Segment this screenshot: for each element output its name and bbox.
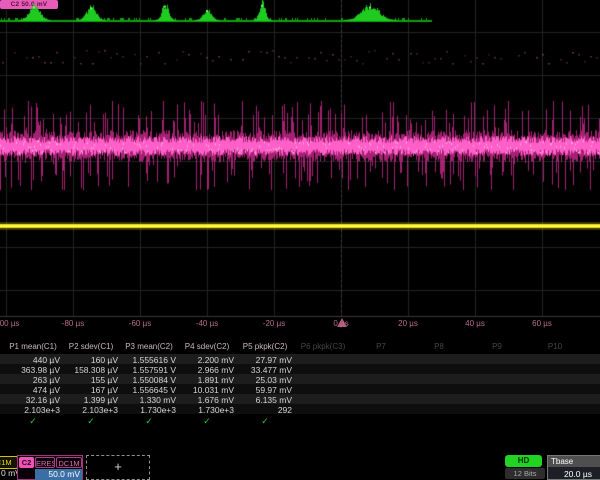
status-check-icon: ✓ [4, 416, 62, 427]
c2-scale-value: 50.0 mV [35, 469, 82, 480]
parameter-header-unused[interactable]: P11 [584, 342, 600, 351]
measurement-value: 2.103e+3 [62, 405, 118, 415]
status-check-icon: ✓ [178, 416, 236, 427]
channel-descriptor-c2[interactable]: C2 ERES DC1M 50.0 mV [17, 455, 83, 480]
measurement-value: 1.330 mV [120, 395, 176, 405]
parameter-header[interactable]: P2 sdev(C1) [62, 342, 120, 351]
measurement-value: 25.03 mV [236, 375, 292, 385]
measurement-value: 1.555616 V [120, 355, 176, 365]
time-axis-label: 0 µs [333, 319, 348, 328]
measurement-value: 440 µV [4, 355, 60, 365]
measurement-value: 1.556645 V [120, 385, 176, 395]
hd-bits-label: 12 Bits [505, 468, 545, 479]
measurement-value: 363.98 µV [4, 365, 60, 375]
time-axis-label: -60 µs [129, 319, 151, 328]
c2-eres-chip: ERES [35, 457, 55, 468]
time-axis-label: 40 µs [465, 319, 485, 328]
measurement-value: 474 µV [4, 385, 60, 395]
add-trace-button[interactable]: + [86, 455, 150, 480]
parameter-header-unused[interactable]: P10 [526, 342, 584, 351]
measurement-value: 10.031 mV [178, 385, 234, 395]
measurement-value: 1.399 µV [62, 395, 118, 405]
measurement-value: 33.477 mV [236, 365, 292, 375]
hd-mode-badge[interactable]: HD [505, 455, 542, 467]
parameter-histicons [0, 0, 600, 26]
time-axis-label: -20 µs [263, 319, 285, 328]
parameter-header-unused[interactable]: P6 pkpk(C3) [294, 342, 352, 351]
oscilloscope-screen: -100 µs -80 µs -60 µs -40 µs -20 µs 0 µs 20 µs… [0, 0, 600, 480]
measurement-value: 2.966 mV [178, 365, 234, 375]
timebase-title: Tbase [548, 456, 600, 467]
measurement-value: 160 µV [62, 355, 118, 365]
time-axis-label: -80 µs [62, 319, 84, 328]
measurement-value: 59.97 mV [236, 385, 292, 395]
c2-coupling-chip: DC1M [56, 457, 82, 468]
measurement-value: 27.97 mV [236, 355, 292, 365]
measurement-value: 263 µV [4, 375, 60, 385]
measurement-value: 1.730e+3 [120, 405, 176, 415]
time-axis-label: 20 µs [398, 319, 418, 328]
measurement-value: 158.308 µV [62, 365, 118, 375]
status-check-icon: ✓ [236, 416, 294, 427]
c2-label-chip: C2 [19, 457, 34, 468]
timebase-descriptor[interactable]: Tbase 20.0 µs [547, 455, 600, 480]
measurement-value: 1.676 mV [178, 395, 234, 405]
measurement-value: 32.16 µV [4, 395, 60, 405]
measurement-value: 1.730e+3 [178, 405, 234, 415]
measurement-table: P1 mean(C1)P2 sdev(C1)P3 mean(C2)P4 sdev… [0, 341, 600, 429]
parameter-header[interactable]: P4 sdev(C2) [178, 342, 236, 351]
parameter-header[interactable]: P3 mean(C2) [120, 342, 178, 351]
time-axis-label: -40 µs [196, 319, 218, 328]
measurement-value: 2.103e+3 [4, 405, 60, 415]
parameter-header-unused[interactable]: P7 [352, 342, 410, 351]
status-check-icon: ✓ [62, 416, 120, 427]
measurement-value: 1.891 mV [178, 375, 234, 385]
measurement-value: 155 µV [62, 375, 118, 385]
parameter-header-unused[interactable]: P9 [468, 342, 526, 351]
measurement-value: 1.550084 V [120, 375, 176, 385]
parameter-header[interactable]: P1 mean(C1) [4, 342, 62, 351]
measurement-value: 6.135 mV [236, 395, 292, 405]
time-axis-label: -100 µs [0, 319, 19, 328]
measurement-value: 292 [236, 405, 292, 415]
timebase-value: 20.0 µs [548, 469, 600, 479]
measurement-value: 2.200 mV [178, 355, 234, 365]
parameter-header[interactable]: P5 pkpk(C2) [236, 342, 294, 351]
time-axis-label: 60 µs [532, 319, 552, 328]
waveform-grid[interactable] [0, 0, 600, 318]
status-check-icon: ✓ [120, 416, 178, 427]
measurement-value: 1.557591 V [120, 365, 176, 375]
parameter-header-unused[interactable]: P8 [410, 342, 468, 351]
measurement-value: 167 µV [62, 385, 118, 395]
